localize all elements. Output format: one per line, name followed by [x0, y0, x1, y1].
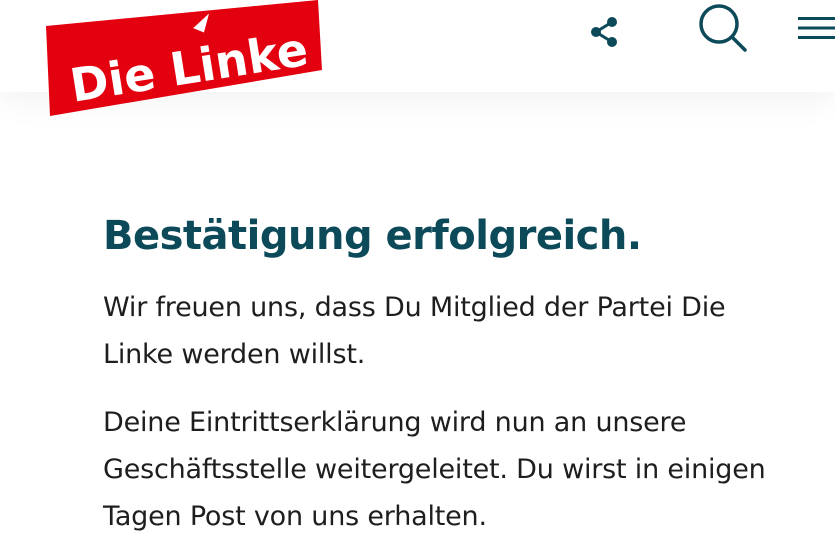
search-icon — [699, 4, 747, 52]
die-linke-logo[interactable]: Die Linke — [46, 0, 322, 118]
confirmation-content: Bestätigung erfolgreich. Wir freuen uns,… — [103, 210, 783, 540]
search-button[interactable] — [694, 2, 750, 54]
site-header: Die Linke — [0, 0, 835, 116]
confirmation-paragraph-1: Wir freuen uns, dass Du Mitglied der Par… — [103, 292, 726, 370]
page-title: Bestätigung erfolgreich. — [103, 213, 642, 259]
confirmation-paragraph-2: Deine Eintrittserklärung wird nun an uns… — [103, 407, 766, 532]
hamburger-menu-icon — [798, 17, 835, 39]
share-button[interactable] — [584, 12, 624, 52]
share-icon — [591, 17, 617, 47]
page: Die Linke Bestätigung erfolgreich. Wir f… — [0, 0, 835, 556]
menu-button[interactable] — [796, 8, 835, 48]
logo-shape: Die Linke — [46, 0, 322, 116]
